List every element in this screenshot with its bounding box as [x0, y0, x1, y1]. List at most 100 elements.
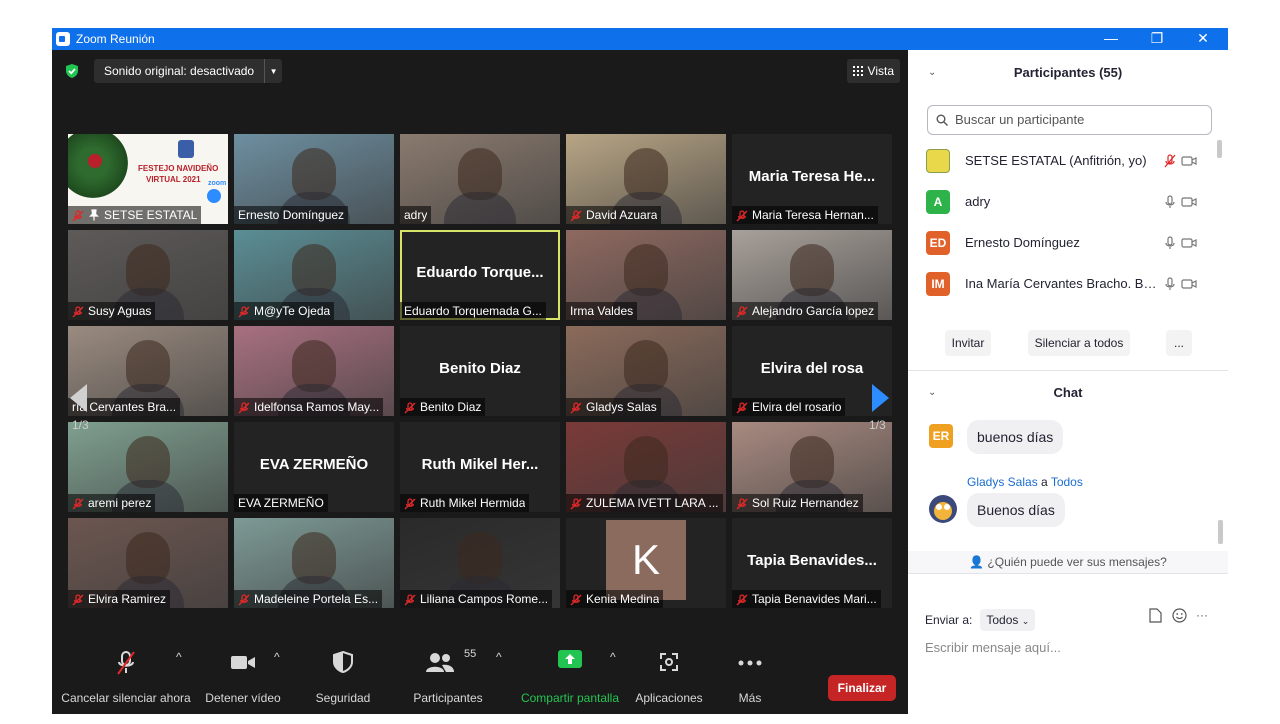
participant-tile[interactable]: Gladys Salas: [566, 326, 726, 416]
microphone-icon[interactable]: [1163, 276, 1177, 291]
participant-list: SETSE ESTATAL (Anfitrión, yo) Aadry ED Erne…: [908, 140, 1228, 320]
view-label: Vista: [867, 64, 894, 78]
invite-button[interactable]: Invitar: [945, 330, 991, 356]
participant-list-scrollbar[interactable]: [1217, 140, 1222, 158]
participant-tile[interactable]: Elvira del rosa Elvira del rosario: [732, 326, 892, 416]
microphone-icon[interactable]: [1163, 235, 1177, 250]
encryption-shield-icon[interactable]: [64, 63, 80, 79]
participant-tile[interactable]: ZULEMA IVETT LARA ...: [566, 422, 726, 512]
participant-tile[interactable]: Liliana Campos Rome...: [400, 518, 560, 608]
audio-options-caret-icon[interactable]: ^: [176, 650, 182, 724]
mute-all-button[interactable]: Silenciar a todos: [1028, 330, 1130, 356]
participant-name: Kenia Medina: [586, 592, 660, 606]
apps-button[interactable]: Aplicaciones: [632, 640, 706, 714]
participant-name-label: Susy Aguas: [68, 302, 156, 320]
close-window-button[interactable]: ✕: [1180, 28, 1226, 50]
participant-display-name: EVA ZERMEÑO: [259, 456, 369, 473]
muted-mic-icon: [736, 401, 748, 414]
participant-name: Maria Teresa Hernan...: [752, 208, 874, 222]
participant-tile[interactable]: Tapia Benavides... Tapia Benavides Mari..…: [732, 518, 892, 608]
participant-tile[interactable]: Idelfonsa Ramos May...: [234, 326, 394, 416]
chevron-down-icon[interactable]: ▼: [264, 59, 282, 83]
chat-collapse-chevron-icon[interactable]: ⌄: [928, 374, 936, 412]
participant-name: EVA ZERMEÑO: [238, 496, 324, 510]
participant-tile[interactable]: Madeleine Portela Es...: [234, 518, 394, 608]
gallery-grid-icon: [852, 66, 863, 76]
participant-row[interactable]: SETSE ESTATAL (Anfitrión, yo): [926, 140, 1216, 181]
participant-tile[interactable]: M@yTe Ojeda: [234, 230, 394, 320]
muted-mic-icon: [736, 209, 748, 222]
share-screen-icon: [558, 650, 582, 668]
participant-search-input[interactable]: Buscar un participante: [927, 105, 1212, 135]
participant-tile[interactable]: Irma Valdes: [566, 230, 726, 320]
restore-button[interactable]: ❐: [1134, 28, 1180, 50]
participant-list-name: Ernesto Domínguez: [965, 235, 1080, 250]
participant-name-label: M@yTe Ojeda: [234, 302, 335, 320]
participant-name-label: EVA ZERMEÑO: [234, 494, 328, 512]
mute-label: Cancelar silenciar ahora: [61, 691, 191, 705]
participant-row[interactable]: Aadry: [926, 181, 1216, 222]
participant-tile[interactable]: Alejandro García lopez: [732, 230, 892, 320]
muted-mic-icon: [238, 305, 250, 318]
participant-name-label: Tapia Benavides Mari...: [732, 590, 881, 608]
chat-title: Chat: [1053, 385, 1083, 400]
original-sound-label: Sonido original: desactivado: [104, 64, 255, 78]
participants-options-caret-icon[interactable]: ^: [496, 650, 502, 724]
video-options-caret-icon[interactable]: ^: [274, 650, 280, 724]
banner-text-2: VIRTUAL 2021: [146, 175, 201, 184]
participant-tile[interactable]: Benito Diaz Benito Diaz: [400, 326, 560, 416]
microphone-icon[interactable]: [1163, 194, 1177, 209]
participant-name-label: adry: [400, 206, 432, 224]
view-button[interactable]: Vista: [846, 59, 900, 83]
participant-tile[interactable]: EVA ZERMEÑO EVA ZERMEÑO: [234, 422, 394, 512]
security-button[interactable]: Seguridad: [308, 640, 378, 714]
participant-tile[interactable]: Susy Aguas: [68, 230, 228, 320]
who-can-see-link[interactable]: 👤 ¿Quién puede ver sus mensajes?: [908, 551, 1228, 573]
participant-tile[interactable]: aremi perez: [68, 422, 228, 512]
chat-message-input[interactable]: Escribir mensaje aquí...: [925, 640, 1061, 655]
participant-row[interactable]: IM Ina María Cervantes Bracho. Bo...: [926, 263, 1216, 304]
original-sound-button[interactable]: Sonido original: desactivado ▼: [94, 59, 283, 83]
participant-tile[interactable]: Ruth Mikel Her... Ruth Mikel Hermida: [400, 422, 560, 512]
share-screen-button[interactable]: Compartir pantalla: [518, 640, 622, 714]
participant-tile[interactable]: Sol Ruiz Hernandez: [732, 422, 892, 512]
send-to-dropdown[interactable]: Todos ⌄: [980, 609, 1036, 631]
muted-mic-icon[interactable]: [1163, 153, 1177, 168]
camera-icon[interactable]: [1181, 236, 1197, 250]
camera-icon[interactable]: [1181, 195, 1197, 209]
participant-tile[interactable]: David Azuara: [566, 134, 726, 224]
participant-tile[interactable]: Eduardo Torque... Eduardo Torquemada G...: [400, 230, 560, 320]
more-button[interactable]: Más: [728, 640, 772, 714]
mute-button[interactable]: Cancelar silenciar ahora: [56, 640, 196, 714]
file-icon[interactable]: [1149, 608, 1162, 623]
participant-tile[interactable]: K Kenia Medina: [566, 518, 726, 608]
collapse-chevron-icon[interactable]: ⌄: [928, 54, 936, 92]
participant-tile[interactable]: Maria Teresa He... Maria Teresa Hernan...: [732, 134, 892, 224]
camera-icon[interactable]: [1181, 154, 1197, 168]
participant-row[interactable]: ED Ernesto Domínguez: [926, 222, 1216, 263]
participant-tile[interactable]: Elvira Ramirez: [68, 518, 228, 608]
end-meeting-button[interactable]: Finalizar: [828, 675, 896, 701]
participant-name: Susy Aguas: [88, 304, 152, 318]
chat-scrollbar[interactable]: [1218, 520, 1223, 544]
participants-more-button[interactable]: ...: [1166, 330, 1192, 356]
previous-page-arrow-icon[interactable]: [70, 384, 87, 412]
next-page-arrow-icon[interactable]: [872, 384, 889, 412]
minimize-button[interactable]: —: [1088, 28, 1134, 50]
participant-display-name: Ruth Mikel Her...: [421, 456, 539, 473]
chat-sender-name[interactable]: Gladys Salas: [967, 475, 1038, 489]
meeting-toolbar: Cancelar silenciar ahora ^ Detener vídeo…: [52, 640, 908, 714]
participant-tile[interactable]: adry: [400, 134, 560, 224]
share-options-caret-icon[interactable]: ^: [610, 650, 616, 724]
participant-tile[interactable]: ría Cervantes Bra...: [68, 326, 228, 416]
participant-tile[interactable]: FESTEJO NAVIDEÑO VIRTUAL 2021 zoom SETSE ES…: [68, 134, 228, 224]
chat-more-icon[interactable]: ···: [1196, 608, 1208, 622]
more-dots-icon: [738, 660, 762, 666]
camera-icon[interactable]: [1181, 277, 1197, 291]
participants-button[interactable]: 55 Participantes: [408, 640, 488, 714]
emoji-icon[interactable]: [1172, 608, 1187, 623]
side-panel: ⌄ Participantes (55) Buscar un participa…: [908, 50, 1228, 692]
participant-tile[interactable]: Ernesto Domínguez: [234, 134, 394, 224]
participant-name: ZULEMA IVETT LARA ...: [586, 496, 719, 510]
participants-label: Participantes: [413, 691, 483, 705]
